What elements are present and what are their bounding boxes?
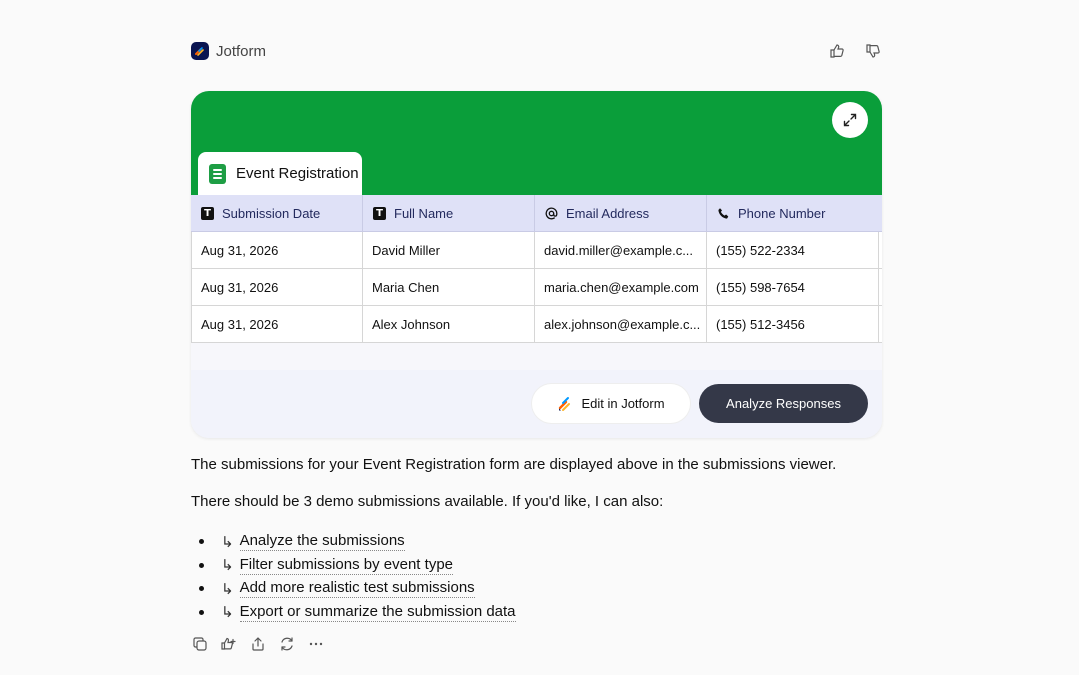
jotform-logo-icon [559, 396, 571, 411]
column-header-phone-number[interactable]: Phone Number [707, 195, 882, 231]
suggestion-list: ↳ Analyze the submissions ↳ Filter submi… [199, 530, 516, 624]
return-arrow-icon: ↳ [221, 603, 234, 622]
cell-full-name: Maria Chen [363, 269, 535, 305]
message-action-bar [191, 635, 325, 653]
bullet [199, 609, 204, 615]
cell-phone-number: (155) 512-3456 [707, 306, 879, 342]
message-paragraph: There should be 3 demo submissions avail… [191, 493, 664, 510]
share-icon[interactable] [249, 635, 267, 653]
suggestion-link[interactable]: Analyze the submissions [239, 532, 405, 552]
submissions-viewer-card: Event Registration T Submission Date T F… [191, 91, 882, 438]
table-row[interactable]: Aug 31, 2026 Alex Johnson alex.johnson@e… [191, 306, 882, 343]
return-arrow-icon: ↳ [221, 556, 234, 575]
edit-in-jotform-button[interactable]: Edit in Jotform [532, 384, 690, 423]
cell-submission-date: Aug 31, 2026 [191, 269, 363, 305]
submissions-table: T Submission Date T Full Name Email Addr… [191, 195, 882, 370]
tab-label: Event Registration [236, 165, 359, 182]
at-sign-icon [545, 207, 558, 220]
cell-email-address: alex.johnson@example.c... [535, 306, 707, 342]
sheet-icon [209, 163, 226, 184]
cell-phone-number: (155) 522-2334 [707, 232, 879, 268]
phone-icon [717, 207, 730, 220]
tab-event-registration[interactable]: Event Registration [198, 152, 362, 195]
analyze-button-label: Analyze Responses [726, 396, 841, 411]
feedback-icon[interactable] [220, 635, 238, 653]
column-header-full-name[interactable]: T Full Name [363, 195, 535, 231]
table-filler [191, 343, 882, 370]
analyze-responses-button[interactable]: Analyze Responses [699, 384, 868, 423]
expand-icon [843, 113, 857, 127]
thumbs-up-icon[interactable] [828, 42, 846, 60]
text-type-icon: T [373, 206, 386, 220]
list-item: ↳ Export or summarize the submission dat… [199, 601, 516, 625]
suggestion-link[interactable]: Export or summarize the submission data [239, 603, 516, 622]
bullet [199, 562, 204, 568]
copy-icon[interactable] [191, 635, 209, 653]
list-item: ↳ Filter submissions by event type [199, 554, 516, 578]
card-footer: Edit in Jotform Analyze Responses [191, 370, 882, 438]
message-paragraph: The submissions for your Event Registrat… [191, 456, 837, 473]
table-row[interactable]: Aug 31, 2026 David Miller david.miller@e… [191, 232, 882, 269]
cell-full-name: Alex Johnson [363, 306, 535, 342]
app-name: Jotform [216, 42, 267, 60]
list-item: ↳ Add more realistic test submissions [199, 577, 516, 601]
cell-email-address: david.miller@example.c... [535, 232, 707, 268]
cell-email-address: maria.chen@example.com [535, 269, 707, 305]
thumbs-down-icon[interactable] [864, 42, 882, 60]
edit-button-label: Edit in Jotform [581, 396, 665, 411]
message-header: Jotform [191, 40, 882, 62]
text-type-icon: T [201, 206, 214, 220]
bullet [199, 539, 204, 545]
regenerate-icon[interactable] [278, 635, 296, 653]
column-header-email-address[interactable]: Email Address [535, 195, 707, 231]
cell-phone-number: (155) 598-7654 [707, 269, 879, 305]
jotform-logo-icon [191, 42, 209, 60]
suggestion-link[interactable]: Filter submissions by event type [239, 556, 453, 575]
return-arrow-icon: ↳ [221, 532, 234, 551]
table-header-row: T Submission Date T Full Name Email Addr… [191, 195, 882, 232]
suggestion-link[interactable]: Add more realistic test submissions [239, 579, 475, 599]
more-options-icon[interactable] [307, 635, 325, 653]
list-item: ↳ Analyze the submissions [199, 530, 516, 554]
cell-submission-date: Aug 31, 2026 [191, 232, 363, 268]
column-header-submission-date[interactable]: T Submission Date [191, 195, 363, 231]
return-arrow-icon: ↳ [221, 579, 234, 598]
bullet [199, 586, 204, 592]
cell-submission-date: Aug 31, 2026 [191, 306, 363, 342]
expand-button[interactable] [832, 102, 868, 138]
cell-full-name: David Miller [363, 232, 535, 268]
table-row[interactable]: Aug 31, 2026 Maria Chen maria.chen@examp… [191, 269, 882, 306]
